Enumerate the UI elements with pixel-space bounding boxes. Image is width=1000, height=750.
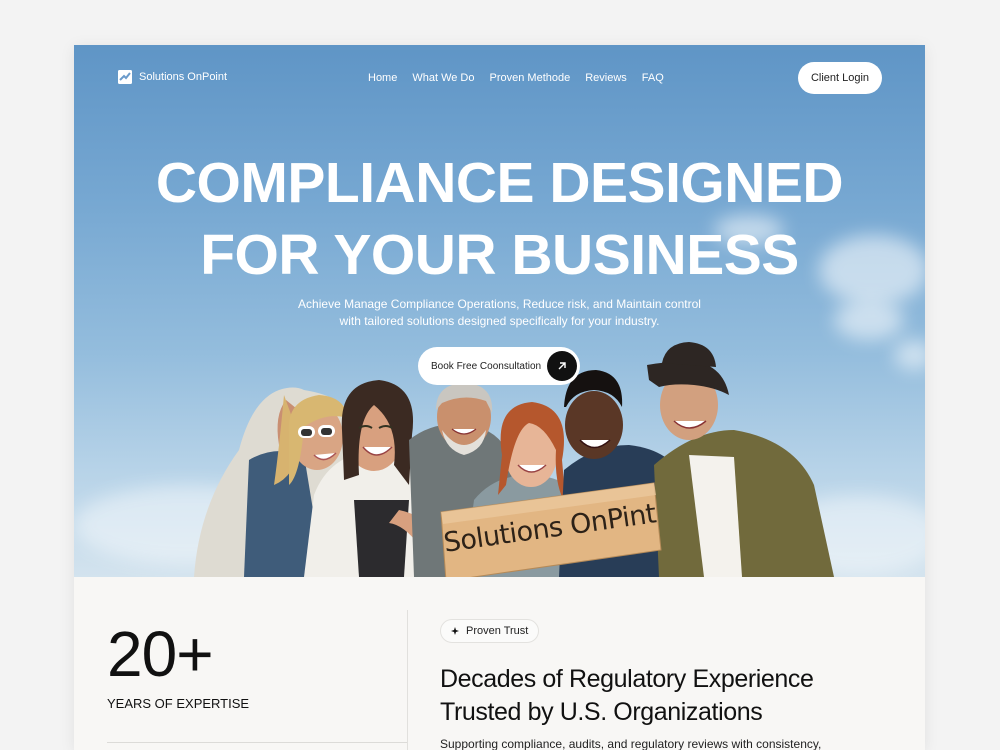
section-subtitle: Supporting compliance, audits, and regul… bbox=[440, 737, 822, 750]
years-label: YEARS OF EXPERTISE bbox=[107, 696, 250, 711]
nav-link-faq[interactable]: FAQ bbox=[642, 72, 664, 84]
badge-label: Proven Trust bbox=[466, 625, 529, 637]
nav-link-home[interactable]: Home bbox=[368, 72, 397, 84]
sparkle-icon bbox=[451, 627, 459, 635]
headline-line: COMPLIANCE DESIGNED bbox=[155, 151, 844, 215]
section-title: Decades of Regulatory Experience Trusted… bbox=[440, 663, 900, 729]
client-login-button[interactable]: Client Login bbox=[798, 62, 882, 94]
hero-headline: COMPLIANCE DESIGNED FOR YOUR BUSINESS bbox=[74, 147, 925, 291]
logo-icon bbox=[118, 70, 132, 84]
brand[interactable]: Solutions OnPoint bbox=[118, 70, 227, 84]
main-menu: Home What We Do Proven Methode Reviews F… bbox=[368, 72, 664, 84]
hero-section: Solutions OnPint Solutions OnPoint Home … bbox=[74, 45, 925, 577]
nav-link-proven-methode[interactable]: Proven Methode bbox=[490, 72, 571, 84]
headline-line: FOR YOUR BUSINESS bbox=[200, 223, 799, 287]
subtitle-line: with tailored solutions designed specifi… bbox=[339, 314, 660, 328]
book-consultation-button[interactable]: Book Free Coonsultation bbox=[418, 347, 580, 385]
nav-link-reviews[interactable]: Reviews bbox=[585, 72, 627, 84]
stats-section: 20+ YEARS OF EXPERTISE Proven Trust Deca… bbox=[74, 577, 925, 750]
top-nav: Solutions OnPoint Home What We Do Proven… bbox=[74, 45, 925, 111]
cta-label: Book Free Coonsultation bbox=[431, 360, 542, 372]
brand-name: Solutions OnPoint bbox=[139, 71, 228, 83]
nav-link-what-we-do[interactable]: What We Do bbox=[412, 72, 474, 84]
title-line: Trusted by U.S. Organizations bbox=[440, 698, 763, 726]
vertical-divider bbox=[407, 610, 408, 750]
hero-subtitle: Achieve Manage Compliance Operations, Re… bbox=[74, 296, 925, 330]
title-line: Decades of Regulatory Experience bbox=[440, 665, 814, 693]
subtitle-line: Achieve Manage Compliance Operations, Re… bbox=[298, 297, 701, 311]
arrow-up-right-icon bbox=[547, 351, 577, 381]
years-number: 20+ bbox=[107, 618, 214, 690]
proven-trust-badge: Proven Trust bbox=[440, 619, 540, 643]
person-man-with-hat bbox=[647, 342, 834, 577]
page-frame: Solutions OnPint Solutions OnPoint Home … bbox=[74, 45, 925, 750]
horizontal-divider bbox=[107, 742, 407, 743]
